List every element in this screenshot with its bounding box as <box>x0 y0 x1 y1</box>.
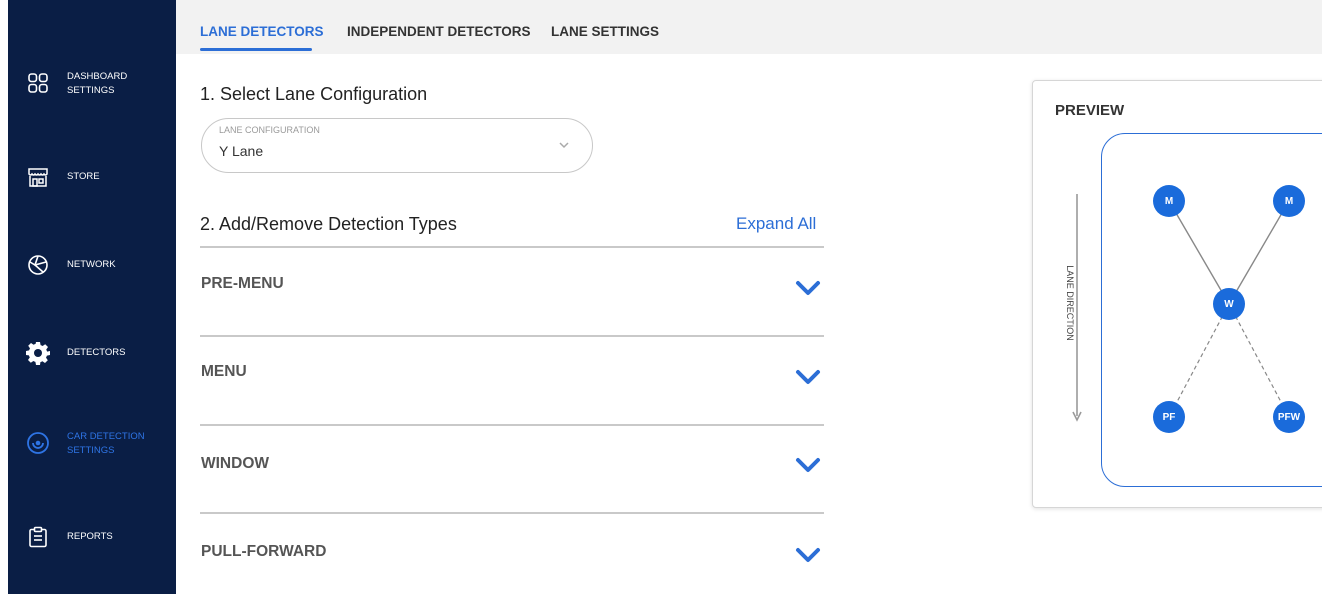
left-edge-strip <box>0 0 8 594</box>
select-label: LANE CONFIGURATION <box>219 125 320 135</box>
select-value: Y Lane <box>219 143 264 159</box>
store-icon <box>26 165 50 189</box>
sidebar-item-car-detection-settings[interactable]: CAR DETECTION SETTINGS <box>8 413 176 473</box>
app-window: DASHBOARD SETTINGS STORE NETWORK DETECTO… <box>0 0 1322 594</box>
sidebar-item-detectors[interactable]: DETECTORS <box>8 323 176 383</box>
chevron-down-icon[interactable] <box>794 278 822 298</box>
detector-node-menu-left[interactable]: M <box>1153 185 1185 217</box>
accordion-window-title[interactable]: WINDOW <box>201 455 269 473</box>
detector-node-menu-right[interactable]: M <box>1273 185 1305 217</box>
sidebar-item-reports[interactable]: REPORTS <box>8 507 176 567</box>
tab-independent-detectors[interactable]: INDEPENDENT DETECTORS <box>347 24 531 39</box>
car-detection-icon <box>26 431 50 455</box>
active-tab-indicator <box>200 48 312 51</box>
divider <box>200 246 824 248</box>
chevron-down-icon <box>559 142 569 149</box>
sidebar-item-label: STORE <box>67 171 100 182</box>
expand-all-link[interactable]: Expand All <box>736 214 816 234</box>
sidebar-item-dashboard-settings[interactable]: DASHBOARD SETTINGS <box>8 53 176 113</box>
divider <box>200 424 824 426</box>
accordion-pull-forward-title[interactable]: PULL-FORWARD <box>201 543 326 561</box>
chevron-down-icon[interactable] <box>794 367 822 387</box>
detector-node-window[interactable]: W <box>1213 288 1245 320</box>
lane-configuration-select[interactable]: LANE CONFIGURATION Y Lane <box>201 118 593 173</box>
chevron-down-icon[interactable] <box>794 545 822 565</box>
detector-node-pull-forward[interactable]: PF <box>1153 401 1185 433</box>
tab-lane-detectors[interactable]: LANE DETECTORS <box>200 24 324 39</box>
accordion-pre-menu-title[interactable]: PRE-MENU <box>201 275 284 293</box>
tab-lane-settings[interactable]: LANE SETTINGS <box>551 24 659 39</box>
step1-heading: 1. Select Lane Configuration <box>200 84 428 104</box>
sidebar-item-label: NETWORK <box>67 259 116 270</box>
network-icon <box>26 253 50 277</box>
divider <box>200 512 824 514</box>
clipboard-icon <box>26 525 50 549</box>
dashboard-grid-icon <box>26 71 50 95</box>
chevron-down-icon[interactable] <box>794 455 822 475</box>
accordion-menu-title[interactable]: MENU <box>201 363 247 381</box>
sidebar-item-label: REPORTS <box>67 531 113 542</box>
gear-icon <box>26 341 50 365</box>
sidebar-item-label: DASHBOARD SETTINGS <box>67 71 128 96</box>
step2-heading: 2. Add/Remove Detection Types <box>200 214 457 234</box>
lane-direction-label: LANE DIRECTION <box>1065 265 1075 341</box>
sidebar-item-label: DETECTORS <box>67 347 126 358</box>
preview-title: PREVIEW <box>1055 102 1125 119</box>
detector-node-pull-forward-window[interactable]: PFW <box>1273 401 1305 433</box>
sidebar-item-label: CAR DETECTION SETTINGS <box>67 431 145 456</box>
sidebar: DASHBOARD SETTINGS STORE NETWORK DETECTO… <box>8 0 176 594</box>
sidebar-item-network[interactable]: NETWORK <box>8 235 176 295</box>
sidebar-item-store[interactable]: STORE <box>8 147 176 207</box>
divider <box>200 335 824 337</box>
